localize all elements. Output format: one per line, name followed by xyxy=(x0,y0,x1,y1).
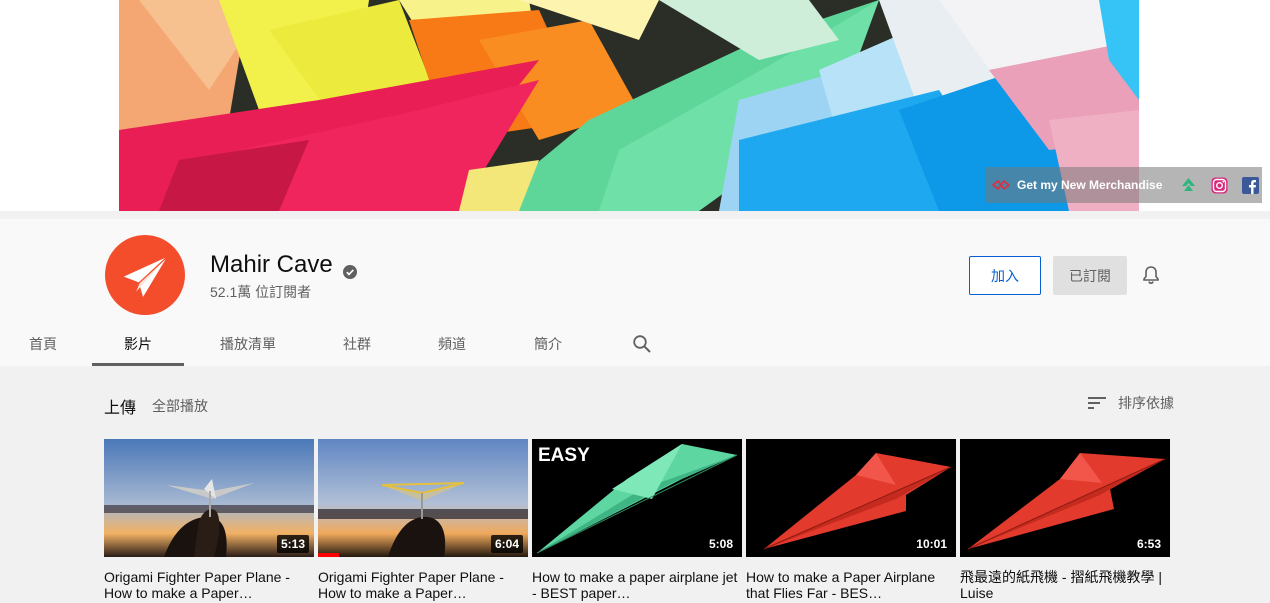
video-duration: 5:13 xyxy=(276,535,309,553)
uploads-title[interactable]: 上傳 xyxy=(104,394,136,418)
video-card[interactable]: 5:13 Origami Fighter Paper Plane - How t… xyxy=(104,439,314,601)
join-button[interactable]: 加入 xyxy=(969,256,1041,295)
channel-tabs: 首頁 影片 播放清單 社群 頻道 簡介 xyxy=(0,322,700,366)
video-thumbnail[interactable]: 6:53 xyxy=(960,439,1170,557)
tab-about[interactable]: 簡介 xyxy=(518,322,578,366)
tab-channels[interactable]: 頻道 xyxy=(422,322,482,366)
video-thumbnail[interactable]: EASY 5:08 xyxy=(532,439,742,557)
video-title[interactable]: How to make a paper airplane jet - BEST … xyxy=(532,569,742,601)
merch-link-icon[interactable] xyxy=(991,178,1011,192)
link-icon[interactable] xyxy=(1180,177,1197,194)
sort-label: 排序依據 xyxy=(1118,395,1174,411)
watch-progress-bar xyxy=(318,553,339,557)
video-card[interactable]: 6:53 飛最遠的紙飛機 - 摺紙飛機教學 | Luise xyxy=(960,439,1170,601)
video-duration: 6:04 xyxy=(490,535,523,553)
tab-videos[interactable]: 影片 xyxy=(92,322,184,366)
notification-bell-icon[interactable] xyxy=(1140,264,1162,286)
video-title[interactable]: Origami Fighter Paper Plane - How to mak… xyxy=(318,569,528,601)
subscribed-button[interactable]: 已訂閱 xyxy=(1053,256,1127,295)
channel-banner-area: Get my New Merchandise xyxy=(0,0,1270,211)
video-duration: 5:08 xyxy=(704,535,737,553)
verified-badge-icon xyxy=(342,258,357,279)
channel-name-row: Mahir Cave xyxy=(210,251,357,279)
video-thumbnail[interactable]: 10:01 xyxy=(746,439,956,557)
tab-community[interactable]: 社群 xyxy=(327,322,387,366)
paper-plane-logo-icon xyxy=(122,256,168,297)
video-card[interactable]: 10:01 How to make a Paper Airplane that … xyxy=(746,439,956,601)
sort-icon xyxy=(1087,395,1107,411)
tab-home[interactable]: 首頁 xyxy=(18,322,68,366)
play-all-button[interactable]: 全部播放 xyxy=(152,396,208,416)
instagram-icon[interactable] xyxy=(1211,177,1228,194)
merch-link-label[interactable]: Get my New Merchandise xyxy=(1017,178,1162,192)
subscriber-count: 52.1萬 位訂閱者 xyxy=(210,284,312,300)
uploads-section: 上傳 全部播放 排序依據 5:13 Origami Fighter Paper … xyxy=(0,366,1270,603)
video-duration: 6:53 xyxy=(1132,535,1165,553)
channel-name[interactable]: Mahir Cave xyxy=(210,251,333,279)
channel-avatar[interactable] xyxy=(105,235,185,315)
video-card[interactable]: EASY 5:08 How to make a paper airplane j… xyxy=(532,439,742,601)
video-title[interactable]: Origami Fighter Paper Plane - How to mak… xyxy=(104,569,314,601)
facebook-icon[interactable] xyxy=(1242,176,1260,194)
video-card[interactable]: 6:04 Origami Fighter Paper Plane - How t… xyxy=(318,439,528,601)
tab-playlists[interactable]: 播放清單 xyxy=(208,322,288,366)
channel-header: Mahir Cave 52.1萬 位訂閱者 加入 已訂閱 首頁 影片 播放清單 … xyxy=(0,219,1270,366)
channel-search-icon[interactable] xyxy=(632,334,652,354)
video-title[interactable]: How to make a Paper Airplane that Flies … xyxy=(746,569,956,601)
video-title[interactable]: 飛最遠的紙飛機 - 摺紙飛機教學 | Luise xyxy=(960,569,1170,601)
sort-button[interactable]: 排序依據 xyxy=(1087,393,1174,413)
video-duration: 10:01 xyxy=(912,535,951,553)
thumbnail-overlay-text: EASY xyxy=(538,445,590,466)
video-thumbnail[interactable]: 5:13 xyxy=(104,439,314,557)
video-thumbnail[interactable]: 6:04 xyxy=(318,439,528,557)
banner-links-bar: Get my New Merchandise xyxy=(985,167,1262,203)
